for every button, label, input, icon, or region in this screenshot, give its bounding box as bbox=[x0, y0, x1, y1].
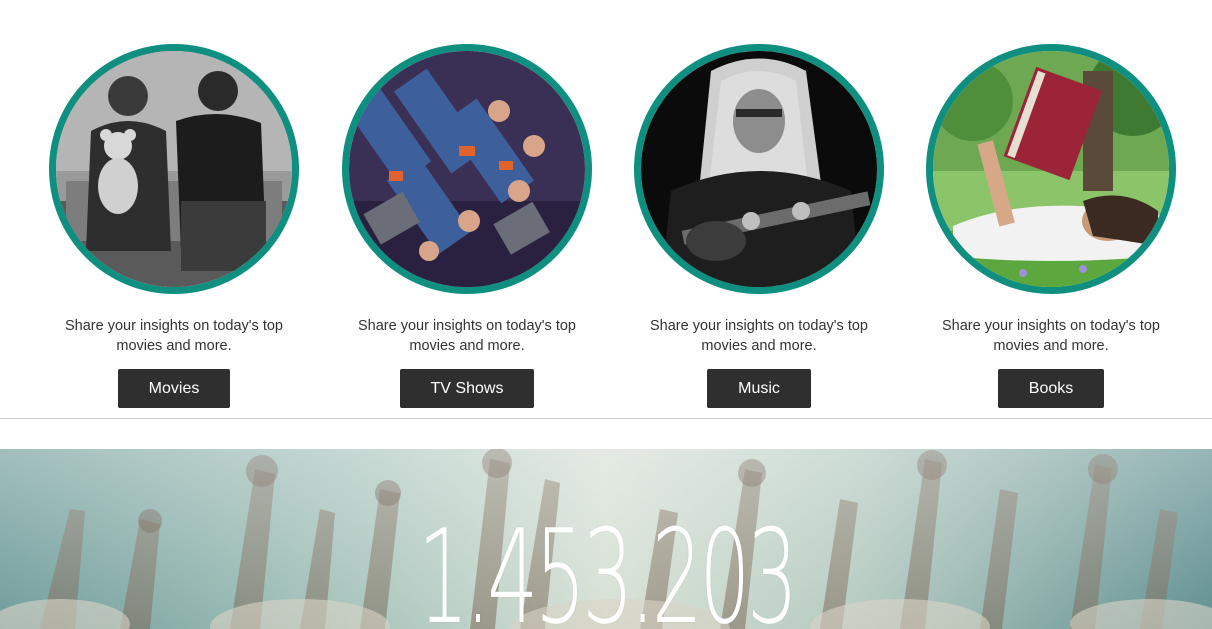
category-card-tv-shows: Share your insights on today's top movie… bbox=[342, 44, 592, 408]
movies-photo-icon bbox=[56, 51, 292, 287]
category-caption: Share your insights on today's top movie… bbox=[650, 318, 868, 354]
music-photo-icon bbox=[641, 51, 877, 287]
music-button[interactable]: Music bbox=[707, 369, 811, 408]
tv-shows-photo-icon bbox=[349, 51, 585, 287]
movies-image[interactable] bbox=[49, 44, 299, 294]
category-card-books: Share your insights on today's top movie… bbox=[926, 44, 1176, 408]
tv-shows-button[interactable]: TV Shows bbox=[399, 369, 535, 408]
category-caption: Share your insights on today's top movie… bbox=[358, 318, 576, 354]
books-image[interactable] bbox=[926, 44, 1176, 294]
category-section: Share your insights on today's top movie… bbox=[0, 0, 1212, 418]
category-caption: Share your insights on today's top movie… bbox=[65, 318, 283, 354]
member-counter: 1.453.203 bbox=[417, 501, 798, 629]
section-divider bbox=[0, 418, 1212, 419]
books-photo-icon bbox=[933, 51, 1169, 287]
tv-shows-image[interactable] bbox=[342, 44, 592, 294]
books-button[interactable]: Books bbox=[997, 369, 1105, 408]
hero-banner: 1.453.203 bbox=[0, 449, 1212, 629]
category-card-movies: Share your insights on today's top movie… bbox=[49, 44, 299, 408]
movies-button[interactable]: Movies bbox=[117, 369, 231, 408]
music-image[interactable] bbox=[634, 44, 884, 294]
category-caption: Share your insights on today's top movie… bbox=[942, 318, 1160, 354]
category-card-music: Share your insights on today's top movie… bbox=[634, 44, 884, 408]
